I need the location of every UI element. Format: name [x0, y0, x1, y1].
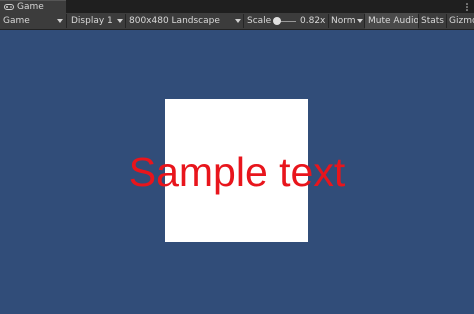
chevron-down-icon — [357, 19, 363, 23]
tab-game[interactable]: Game — [0, 0, 66, 13]
mute-audio-toggle[interactable]: Mute Audio — [365, 13, 418, 29]
mute-audio-label: Mute Audio — [368, 16, 418, 26]
chevron-down-icon — [235, 19, 241, 23]
sample-text-label: Sample text — [128, 149, 346, 195]
resolution-label: 800x480 Landscape — [129, 16, 220, 26]
toolbar-divider — [446, 14, 447, 28]
view-mode-dropdown[interactable]: Game — [3, 13, 65, 29]
scale-slider-thumb[interactable] — [273, 17, 281, 25]
chevron-down-icon — [117, 19, 123, 23]
toolbar-divider — [243, 14, 244, 28]
more-options-icon[interactable] — [464, 0, 470, 13]
tab-bar: Game — [0, 0, 474, 13]
toolbar-divider — [125, 14, 126, 28]
resolution-dropdown[interactable]: 800x480 Landscape — [129, 13, 242, 29]
gizmos-toggle[interactable]: Gizmo — [449, 13, 474, 29]
display-dropdown[interactable]: Display 1 — [71, 13, 124, 29]
stats-toggle[interactable]: Stats — [421, 13, 445, 29]
display-label: Display 1 — [71, 16, 113, 26]
game-toolbar: Game Display 1 800x480 Landscape Scale 0… — [0, 13, 474, 30]
toolbar-divider — [66, 14, 67, 28]
stats-label: Stats — [421, 16, 444, 26]
gizmos-label: Gizmo — [449, 16, 474, 26]
view-mode-label: Game — [3, 16, 30, 26]
tab-label: Game — [17, 2, 44, 12]
play-mode-label: Norm — [331, 16, 356, 26]
game-view[interactable]: Sample text — [0, 30, 474, 314]
game-window: Game Game Display 1 800x480 Landscape Sc… — [0, 0, 474, 314]
play-mode-dropdown[interactable]: Norm — [331, 13, 363, 29]
toolbar-divider — [328, 14, 329, 28]
toolbar-divider — [418, 14, 419, 28]
chevron-down-icon — [57, 19, 63, 23]
gamepad-icon — [4, 4, 14, 10]
scale-label: Scale — [247, 16, 272, 26]
scale-value: 0.82x — [300, 16, 326, 26]
